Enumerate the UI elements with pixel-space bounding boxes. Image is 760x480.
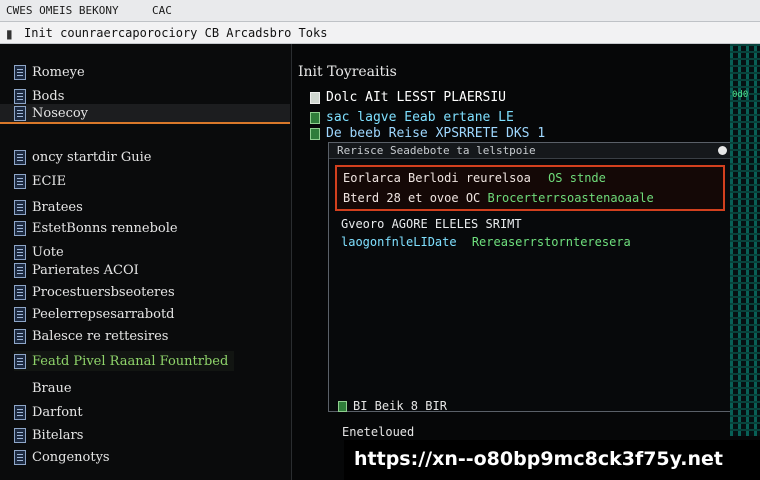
window-title: CWES OMEIS BEKONY [6,4,119,17]
sidebar-item-label: Peelerrepsesarrabotd [32,306,175,322]
file-icon [14,404,26,420]
list-item-label: De beeb Reise XPSRRETE DKS 1 [326,126,546,141]
sidebar-item-balesce[interactable]: Balesce re rettesires [14,326,168,346]
sidebar-item-bods[interactable]: Bods [14,86,64,106]
sidebar-item-label: Balesce re rettesires [32,328,169,344]
sidebar-item-congenotys[interactable]: Congenotys [14,447,110,467]
error-line: Eorlarca Berlodi reurelsoa OS stnde [343,171,606,185]
list-item[interactable]: sac lagve Eeab ertane LE [310,110,514,125]
file-icon [14,149,26,165]
watermark-url: https://xn--o80bp9mc8ck3f75y.net [354,448,724,470]
log-tag: 0d0 [732,90,749,100]
sidebar-item-label: ECIE [32,173,67,189]
close-icon[interactable] [718,146,727,155]
console-line: laogonfnleLIDate Rereaserrstornteresera [341,235,631,249]
sidebar-item-ecie[interactable]: ECIE [14,171,66,191]
console-line-status: Rereaserrstornteresera [471,235,631,249]
page-title: Init Toyreaitis [298,64,397,80]
file-icon [14,306,26,322]
sidebar-item-label: Bratees [32,199,83,215]
sidebar-item-label: Parierates ACOI [32,262,139,278]
file-icon [338,400,347,412]
error-line-status: Brocerterrsoastenaoaale [487,191,654,205]
file-icon [310,111,320,124]
console-output[interactable]: Rerisce Seadebote ta lelstpoie Eorlarca … [328,142,736,412]
error-line-status: OS stnde [548,171,606,185]
file-icon [310,127,320,140]
sidebar-item-uote[interactable]: Uote [14,242,64,262]
file-icon [14,88,26,104]
status-line: Eneteloued [342,425,415,439]
log-scroll-strip[interactable]: 0d0 [730,44,760,436]
address-bar[interactable]: ▮ Init counraercaporociory CB Arcadsbro … [0,22,760,44]
sidebar-item-label: oncy startdir Guie [32,149,152,165]
error-line-text: Eorlarca Berlodi reurelsoa [343,171,531,185]
file-icon [14,220,26,236]
list-item[interactable]: BI Beik 8 BIR [338,399,447,413]
file-icon [310,91,320,104]
sidebar-item-darfont[interactable]: Darfont [14,402,83,422]
file-icon [14,262,26,278]
list-item-label: Dolc AIt LESST PLAERSIU [326,90,507,105]
error-line-text: Bterd 28 et ovoe OC [343,191,481,205]
file-icon [14,427,26,443]
sidebar-item-label: Nosecoy [32,105,89,121]
file-icon [14,328,26,344]
sidebar-item-label: Featd Pivel Raanal Fountrbed [32,353,229,369]
sidebar: Romeye Bods Nosecoy oncy startdir Guie E… [0,44,292,480]
console-line-text: laogonfnleLIDate [341,235,457,249]
file-icon [14,105,26,121]
file-icon [14,173,26,189]
sidebar-item-label: Bods [32,88,65,104]
window-titlebar: CWES OMEIS BEKONY CAC [0,0,760,22]
sidebar-item-label: Braue [32,380,72,396]
log-dots [730,44,760,436]
window-title-extra: CAC [152,4,172,17]
sidebar-item-romeye[interactable]: Romeye [14,62,85,82]
file-icon [14,284,26,300]
folder-icon: ▮ [6,27,13,41]
sidebar-item-peelerrep[interactable]: Peelerrepsesarrabotd [14,304,175,324]
list-item-label: BI Beik 8 BIR [353,399,447,413]
sidebar-item-bratees[interactable]: Bratees [14,197,83,217]
sidebar-item-startdir[interactable]: oncy startdir Guie [14,147,151,167]
address-path[interactable]: Init counraercaporociory CB Arcadsbro To… [24,26,327,40]
sidebar-item-braue[interactable]: Braue [14,378,72,398]
file-icon [14,353,26,369]
sidebar-item-label: Darfont [32,404,83,420]
sidebar-item-label: Uote [32,244,64,260]
main-panel: Init Toyreaitis Dolc AIt LESST PLAERSIU … [292,44,760,480]
sidebar-item-procestuers[interactable]: Procestuersbseoteres [14,282,175,302]
console-line: Gveoro AGORE ELELES SRIMT [341,217,522,231]
error-highlight: Eorlarca Berlodi reurelsoa OS stnde Bter… [335,165,725,211]
file-icon [14,64,26,80]
sidebar-item-label: Bitelars [32,427,84,443]
file-icon [14,244,26,260]
error-line: Bterd 28 et ovoe OC Brocerterrsoastenaoa… [343,191,654,205]
sidebar-item-label: Procestuersbseoteres [32,284,175,300]
sidebar-item-label: Congenotys [32,449,110,465]
console-header-label: Rerisce Seadebote ta lelstpoie [337,144,536,157]
watermark-banner: https://xn--o80bp9mc8ck3f75y.net [344,440,760,480]
sidebar-item-bitelars[interactable]: Bitelars [14,425,83,445]
sidebar-item-estetbonns[interactable]: EstetBonns rennebole [14,218,178,238]
list-item[interactable]: De beeb Reise XPSRRETE DKS 1 [310,126,545,141]
sidebar-item-label: Romeye [32,64,85,80]
console-header: Rerisce Seadebote ta lelstpoie [329,143,735,159]
sidebar-item-label: EstetBonns rennebole [32,220,178,236]
list-item[interactable]: Dolc AIt LESST PLAERSIU [310,90,506,105]
file-icon [14,449,26,465]
sidebar-item-featd-pivel[interactable]: Featd Pivel Raanal Fountrbed [14,351,235,371]
sidebar-item-parierates[interactable]: Parierates ACOI [14,260,139,280]
list-item-label: sac lagve Eeab ertane LE [326,110,514,125]
sidebar-item-selected[interactable]: Nosecoy [0,104,290,124]
file-icon [14,199,26,215]
